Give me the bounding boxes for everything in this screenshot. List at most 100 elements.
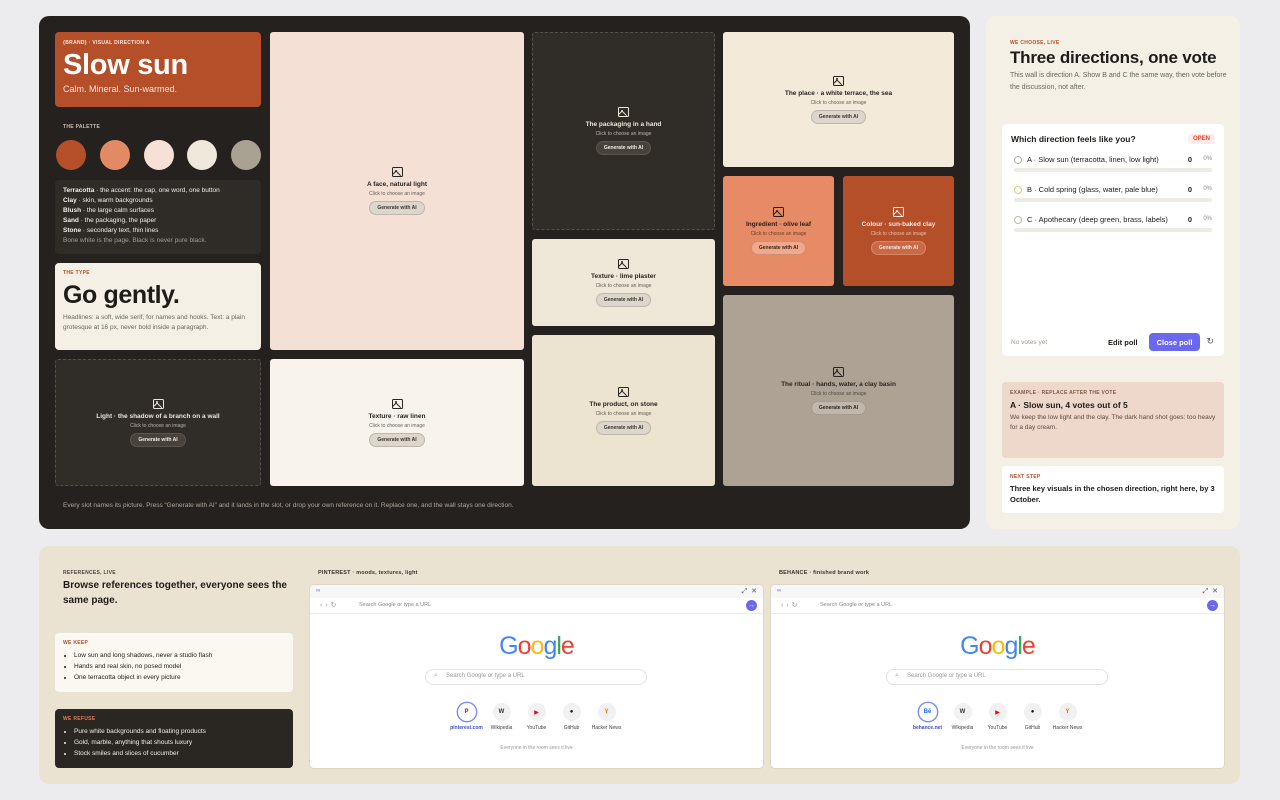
youtube-icon: ▶: [527, 703, 546, 721]
slot-title: The ritual · hands, water, a clay basin: [781, 380, 896, 388]
nav-buttons[interactable]: ‹›↻: [781, 601, 801, 609]
radio-button[interactable]: [1014, 156, 1022, 164]
slot-hint: Click to choose an image: [130, 422, 186, 429]
go-arrow-icon[interactable]: →: [746, 600, 757, 611]
generate-ai-button[interactable]: Generate with AI: [595, 292, 652, 307]
google-logo: Google: [960, 632, 1036, 660]
browser-titlebar: ∞ ⤢ ✕: [310, 585, 763, 598]
shared-browser[interactable]: ∞ ⤢ ✕ ‹›↻ Search Google or type a URL → …: [771, 585, 1224, 768]
image-slot[interactable]: The packaging in a hand Click to choose …: [532, 32, 715, 230]
slot-title: Colour · sun-baked clay: [861, 221, 936, 228]
google-logo: Google: [499, 632, 575, 660]
shared-browser[interactable]: ∞ ⤢ ✕ ‹›↻ Search Google or type a URL → …: [310, 585, 763, 768]
poll-option[interactable]: A · Slow sun (terracotta, linen, low lig…: [1014, 153, 1212, 177]
shortcut-github[interactable]: ● GitHub: [1020, 703, 1045, 731]
generate-ai-button[interactable]: Generate with AI: [750, 241, 807, 255]
window-controls[interactable]: ⤢ ✕: [1203, 587, 1218, 596]
image-icon: [391, 167, 403, 177]
image-slot[interactable]: The ritual · hands, water, a clay basin …: [723, 295, 954, 486]
address-bar[interactable]: ‹›↻ Search Google or type a URL →: [771, 598, 1224, 614]
shortcut-youtube[interactable]: ▶ YouTube: [524, 703, 549, 731]
generate-ai-button[interactable]: Generate with AI: [870, 241, 927, 255]
option-count: 0: [1187, 155, 1192, 164]
generate-ai-button[interactable]: Generate with AI: [595, 141, 652, 155]
we-keep-card: WE KEEP Low sun and long shadows, never …: [55, 633, 293, 692]
generate-ai-button[interactable]: Generate with AI: [369, 432, 425, 447]
option-percent: 0%: [1203, 186, 1212, 192]
option-label: C · Apothecary (deep green, brass, label…: [1027, 215, 1168, 224]
window-controls[interactable]: ⤢ ✕: [742, 587, 757, 596]
go-arrow-icon[interactable]: →: [1207, 600, 1218, 611]
slot-hint: Click to choose an image: [369, 422, 425, 429]
address-bar[interactable]: ‹›↻ Search Google or type a URL →: [310, 598, 763, 614]
shortcut-wikipedia[interactable]: W Wikipedia: [950, 703, 975, 731]
example-result-card: EXAMPLE · REPLACE AFTER THE VOTE A · Slo…: [1002, 382, 1224, 458]
shortcut-hacker-news[interactable]: Y Hacker News: [592, 703, 621, 731]
tab-icon[interactable]: ∞: [316, 588, 320, 594]
generate-ai-button[interactable]: Generate with AI: [810, 400, 867, 415]
slot-hint: Click to choose an image: [369, 191, 425, 197]
slot-title: The packaging in a hand: [585, 121, 662, 128]
shortcut-github[interactable]: ● GitHub: [559, 703, 584, 731]
url-input[interactable]: Search Google or type a URL: [820, 602, 892, 608]
close-poll-button[interactable]: Close poll: [1149, 333, 1200, 351]
we-keep-eyebrow: WE KEEP: [63, 640, 89, 646]
image-slot[interactable]: Texture · lime plaster Click to choose a…: [532, 239, 715, 326]
example-body: We keep the low light and the clay. The …: [1010, 414, 1216, 431]
image-slot[interactable]: Ingredient · olive leaf Click to choose …: [723, 176, 834, 286]
generate-ai-button[interactable]: Generate with AI: [595, 420, 652, 435]
generate-ai-button[interactable]: Generate with AI: [130, 432, 186, 447]
shortcut-youtube[interactable]: ▶ YouTube: [985, 703, 1010, 731]
radio-button[interactable]: [1014, 216, 1022, 224]
palette-note: Clay · skin, warm backgrounds: [63, 197, 153, 204]
nav-buttons[interactable]: ‹›↻: [320, 601, 340, 609]
refresh-icon[interactable]: ↻: [1206, 336, 1214, 347]
image-slot[interactable]: The product, on stone Click to choose an…: [532, 335, 715, 486]
poll-option[interactable]: B · Cold spring (glass, water, pale blue…: [1014, 183, 1212, 207]
radio-button[interactable]: [1014, 186, 1022, 194]
edit-poll-button[interactable]: Edit poll: [1108, 338, 1138, 347]
generate-ai-button[interactable]: Generate with AI: [810, 109, 867, 124]
behance-icon: Bē: [918, 703, 937, 721]
slot-title: Texture · raw linen: [368, 412, 426, 420]
browser-titlebar: ∞ ⤢ ✕: [771, 585, 1224, 598]
palette-notes: Terracotta · the accent: the cap, one wo…: [55, 180, 261, 254]
shortcut-pinterest[interactable]: Ppinterest.com: [450, 703, 483, 731]
hero-subtitle: Calm. Mineral. Sun-warmed.: [63, 84, 178, 94]
image-slot[interactable]: A face, natural light Click to choose an…: [270, 32, 524, 350]
list-item: Pure white backgrounds and floating prod…: [74, 726, 285, 737]
image-slot[interactable]: Colour · sun-baked clay Click to choose …: [843, 176, 954, 286]
next-step-card: NEXT STEP Three key visuals in the chose…: [1002, 466, 1224, 513]
hero-title: Slow sun: [63, 49, 188, 81]
poll-intro: This wall is direction A. Show B and C t…: [1010, 72, 1227, 91]
image-slot[interactable]: Light · the shadow of a branch on a wall…: [55, 359, 261, 486]
option-percent: 0%: [1203, 156, 1212, 162]
image-icon: [618, 258, 629, 269]
list-item: Gold, marble, anything that shouts luxur…: [74, 737, 285, 748]
poll-option[interactable]: C · Apothecary (deep green, brass, label…: [1014, 213, 1212, 237]
url-input[interactable]: Search Google or type a URL: [359, 602, 431, 608]
slot-hint: Click to choose an image: [595, 131, 652, 137]
palette-label: THE PALETTE: [63, 124, 101, 130]
image-slot[interactable]: The place · a white terrace, the sea Cli…: [723, 32, 954, 167]
palette-note: Sand · the packaging, the paper: [63, 217, 157, 224]
slot-hint: Click to choose an image: [870, 231, 927, 237]
search-input[interactable]: Search Google or type a URL: [425, 669, 647, 685]
hacker-news-icon: Y: [1058, 703, 1077, 721]
swatch-terracotta: [56, 140, 86, 170]
slot-title: Ingredient · olive leaf: [745, 221, 811, 228]
hacker-news-icon: Y: [597, 703, 616, 721]
shortcut-hacker-news[interactable]: Y Hacker News: [1053, 703, 1082, 731]
shortcut-behance[interactable]: Bē behance.net: [913, 703, 942, 731]
shortcut-wikipedia[interactable]: W Wikipedia: [489, 703, 514, 731]
next-step-text: Three key visuals in the chosen directio…: [1010, 484, 1215, 504]
tab-icon[interactable]: ∞: [777, 588, 781, 594]
github-icon: ●: [562, 703, 581, 721]
image-icon: [833, 75, 844, 86]
browser-footer: Everyone in the room sees it live: [500, 745, 573, 751]
image-slot[interactable]: Texture · raw linen Click to choose an i…: [270, 359, 524, 486]
type-card: THE TYPE Go gently. Headlines: a soft, w…: [55, 263, 261, 350]
generate-ai-button[interactable]: Generate with AI: [369, 201, 425, 215]
search-input[interactable]: Search Google or type a URL: [886, 669, 1108, 685]
type-title: Go gently.: [63, 281, 180, 309]
